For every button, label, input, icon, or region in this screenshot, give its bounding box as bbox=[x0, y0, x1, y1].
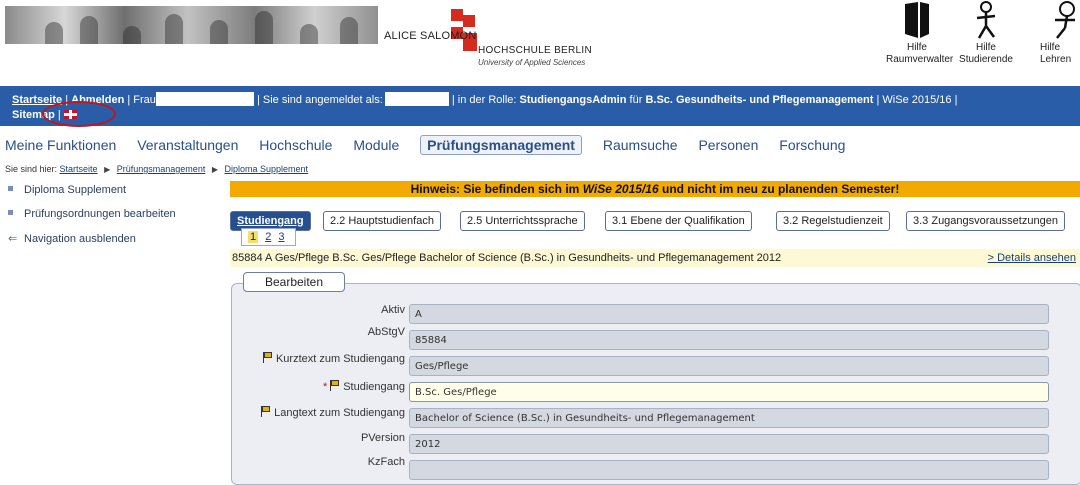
help-link-raumverwalter[interactable]: Hilfe Raumverwalter bbox=[886, 0, 953, 66]
aktiv-field[interactable]: A bbox=[409, 304, 1049, 324]
nav-personen[interactable]: Personen bbox=[698, 137, 758, 153]
breadcrumb: Sie sind hier: Startseite ▶ Prüfungsmana… bbox=[5, 164, 309, 174]
arrow-left-icon: ⇐ bbox=[8, 233, 18, 245]
logo-text-university: University of Applied Sciences bbox=[478, 58, 586, 67]
label-kurztext: Kurztext zum Studiengang bbox=[262, 352, 405, 365]
breadcrumb-pruefungsmanagement[interactable]: Prüfungsmanagement bbox=[117, 164, 206, 174]
tab-zugangsvoraussetzungen[interactable]: 3.3 Zugangsvoraussetzungen bbox=[906, 211, 1065, 231]
nav-hochschule[interactable]: Hochschule bbox=[259, 137, 332, 153]
tab-unterrichtssprache[interactable]: 2.5 Unterrichtssprache bbox=[460, 211, 585, 231]
kurztext-field[interactable]: Ges/Pflege bbox=[409, 356, 1049, 376]
label-studiengang: * Studiengang bbox=[322, 380, 405, 393]
details-link[interactable]: Details ansehen bbox=[988, 249, 1076, 267]
red-annotation-circle bbox=[42, 101, 116, 127]
teacher-help-icon bbox=[1055, 1, 1075, 39]
langtext-field[interactable]: Bachelor of Science (B.Sc.) in Gesundhei… bbox=[409, 408, 1049, 428]
label-pversion: PVersion bbox=[360, 432, 405, 444]
bullet-icon bbox=[8, 186, 13, 191]
banner-photo bbox=[5, 6, 378, 44]
user-role: StudiengangsAdmin bbox=[519, 94, 627, 106]
label-kzfach: KzFach bbox=[367, 456, 405, 468]
pversion-field[interactable]: 2012 bbox=[409, 434, 1049, 454]
tab-pager: 1 2 3 bbox=[241, 228, 296, 246]
required-asterisk: * bbox=[322, 381, 328, 393]
help-link-lehrende[interactable]: Hilfe Lehren bbox=[1040, 0, 1080, 66]
chevron-right-icon: ▶ bbox=[104, 165, 111, 174]
nav-module[interactable]: Module bbox=[353, 137, 399, 153]
sidebar-item-navigation-ausblenden[interactable]: ⇐ Navigation ausblenden bbox=[8, 232, 136, 245]
sidebar-item-pruefungsordnungen[interactable]: Prüfungsordnungen bearbeiten bbox=[8, 208, 176, 220]
nav-pruefungsmanagement[interactable]: Prüfungsmanagement bbox=[420, 135, 582, 155]
current-semester: WiSe 2015/16 bbox=[882, 94, 952, 106]
breadcrumb-startseite[interactable]: Startseite bbox=[60, 164, 98, 174]
chevron-right-icon: ▶ bbox=[211, 165, 218, 174]
logo-text-hochschule: HOCHSCHULE BERLIN bbox=[478, 45, 593, 56]
label-abstgv: AbStgV bbox=[367, 326, 405, 338]
tab-hauptstudienfach[interactable]: 2.2 Hauptstudienfach bbox=[323, 211, 441, 231]
bullet-icon bbox=[8, 210, 13, 215]
flag-icon bbox=[330, 380, 340, 391]
help-link-studierende[interactable]: Hilfe Studierende bbox=[955, 0, 1017, 66]
bearbeiten-button[interactable]: Bearbeiten bbox=[243, 272, 345, 292]
tab-regelstudienzeit[interactable]: 3.2 Regelstudienzeit bbox=[776, 211, 890, 231]
pager-page-3[interactable]: 3 bbox=[278, 231, 284, 243]
logo-text-alice-salomon: ALICE SALOMON bbox=[384, 30, 477, 42]
nav-meine-funktionen[interactable]: Meine Funktionen bbox=[5, 137, 116, 153]
redacted-username bbox=[155, 92, 254, 106]
main-navigation: Meine Funktionen Veranstaltungen Hochsch… bbox=[5, 135, 862, 157]
redacted-login bbox=[384, 92, 449, 106]
user-salutation: Frau bbox=[133, 94, 156, 106]
kzfach-field[interactable] bbox=[409, 460, 1049, 480]
nav-forschung[interactable]: Forschung bbox=[779, 137, 845, 153]
record-summary: 85884 A Ges/Pflege B.Sc. Ges/Pflege Bach… bbox=[232, 252, 782, 264]
tab-ebene-qualifikation[interactable]: 3.1 Ebene der Qualifikation bbox=[605, 211, 752, 231]
breadcrumb-diploma-supplement[interactable]: Diploma Supplement bbox=[225, 164, 309, 174]
nav-raumsuche[interactable]: Raumsuche bbox=[603, 137, 678, 153]
notice-semester: WiSe 2015/16 bbox=[582, 182, 659, 196]
studiengang-field[interactable]: B.Sc. Ges/Pflege bbox=[409, 382, 1049, 402]
nav-veranstaltungen[interactable]: Veranstaltungen bbox=[137, 137, 238, 153]
user-status-bar: Startseite | Abmelden | Frau | Sie sind … bbox=[0, 86, 1080, 126]
student-help-icon bbox=[976, 1, 996, 39]
semester-notice: Hinweis: Sie befinden sich im WiSe 2015/… bbox=[230, 181, 1080, 197]
flag-icon bbox=[262, 352, 273, 363]
abstgv-field[interactable]: 85884 bbox=[409, 330, 1049, 350]
sidebar-item-diploma-supplement[interactable]: Diploma Supplement bbox=[8, 184, 126, 196]
label-aktiv: Aktiv bbox=[381, 304, 405, 316]
logged-in-label: Sie sind angemeldet als: bbox=[262, 94, 383, 106]
record-summary-row: 85884 A Ges/Pflege B.Sc. Ges/Pflege Bach… bbox=[230, 249, 1080, 267]
pager-page-1[interactable]: 1 bbox=[248, 231, 259, 243]
pager-page-2[interactable]: 2 bbox=[265, 231, 271, 243]
current-studiengang: B.Sc. Gesundheits- und Pflegemanagement bbox=[645, 94, 874, 106]
label-langtext: Langtext zum Studiengang bbox=[261, 406, 405, 419]
raum-help-icon bbox=[905, 2, 929, 38]
flag-icon bbox=[261, 406, 271, 417]
